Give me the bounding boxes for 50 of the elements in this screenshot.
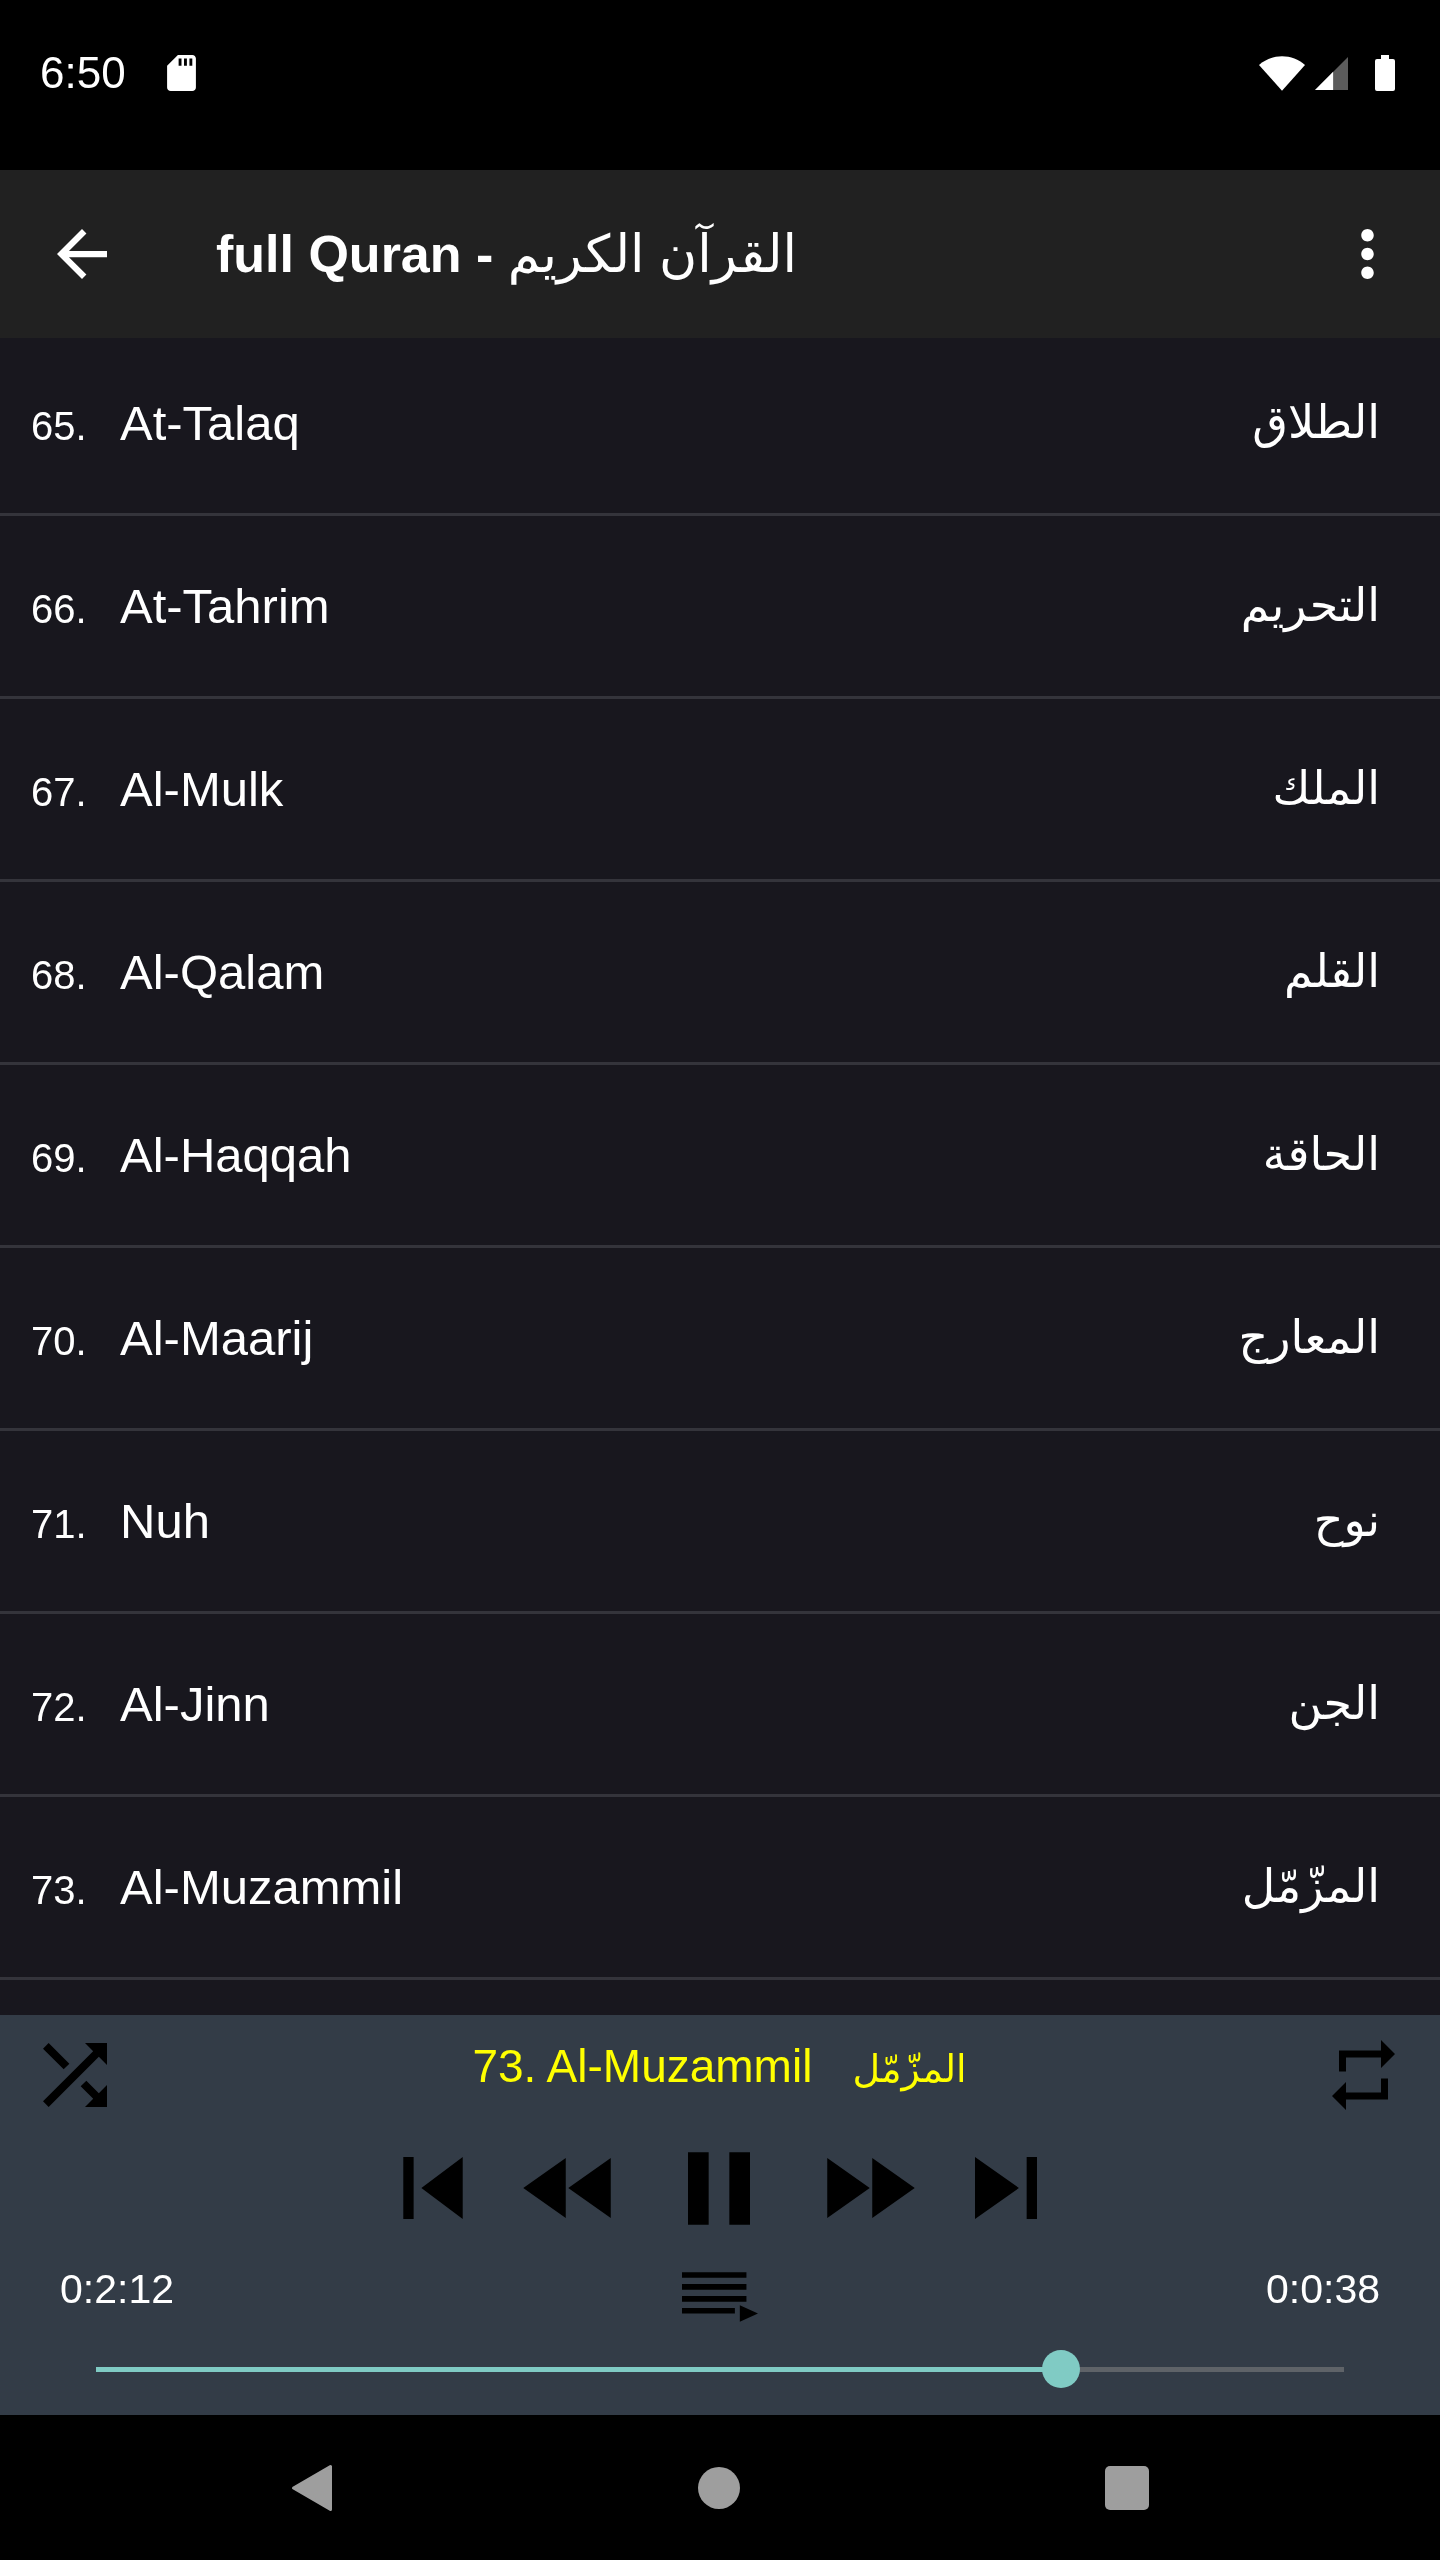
rewind-icon[interactable] [523,2158,611,2218]
surah-name: At-Talaq [120,395,300,451]
fast-forward-icon[interactable] [827,2158,915,2218]
surah-arabic-name: القلم [1284,944,1380,1000]
battery-icon [1375,55,1395,91]
surah-arabic-name: الحاقة [1262,1127,1380,1183]
surah-arabic-name: الطلاق [1252,395,1380,451]
elapsed-time: 0:2:12 [60,2265,174,2313]
surah-name: Al-Maarij [120,1310,314,1366]
surah-name: Al-Muzammil [120,1859,404,1915]
surah-number: 69. [31,1136,88,1181]
home-circle-icon[interactable] [698,2466,740,2509]
seek-thumb[interactable] [1041,2350,1080,2388]
surah-name: Al-Qalam [120,944,325,1000]
surah-arabic-name: المعارج [1238,1310,1380,1366]
surah-arabic-name: المزّمّل [1241,1859,1380,1916]
playlist-icon[interactable] [682,2272,758,2322]
status-time: 6:50 [40,51,126,95]
remaining-time: 0:0:38 [1266,2265,1380,2313]
surah-number: 73. [31,1868,88,1913]
surah-number: 70. [31,1319,88,1364]
surah-arabic-name: نوح [1313,1493,1380,1550]
surah-arabic-name: التحريم [1240,578,1380,635]
skip-next-icon[interactable] [975,2157,1037,2219]
pause-icon[interactable] [688,2151,750,2225]
now-playing-title: 73. Al-Muzammil [472,2039,813,2093]
surah-number: 67. [31,770,88,815]
surah-number: 68. [31,953,88,998]
now-playing-arabic-title: المزّمّل [852,2047,967,2091]
signal-icon [1315,56,1348,90]
recents-square-icon[interactable] [1105,2465,1149,2510]
surah-name: Al-Jinn [120,1676,270,1732]
surah-name: Al-Mulk [120,761,284,817]
skip-previous-icon[interactable] [403,2157,463,2219]
surah-arabic-name: الجن [1288,1676,1380,1733]
shuffle-icon[interactable] [43,2043,107,2107]
back-arrow-icon[interactable] [57,229,107,279]
surah-name: At-Tahrim [120,578,330,634]
surah-arabic-name: الملك [1272,761,1380,817]
surah-number: 65. [31,404,88,449]
more-options-icon[interactable] [1361,229,1374,279]
surah-number: 72. [31,1685,88,1730]
wifi-icon [1259,55,1305,91]
surah-number: 66. [31,587,88,632]
sd-card-icon [165,55,197,91]
back-triangle-icon[interactable] [291,2463,333,2512]
surah-name: Nuh [120,1493,210,1549]
surah-name: Al-Haqqah [120,1127,352,1183]
repeat-icon[interactable] [1332,2040,1395,2110]
surah-number: 71. [31,1502,88,1547]
